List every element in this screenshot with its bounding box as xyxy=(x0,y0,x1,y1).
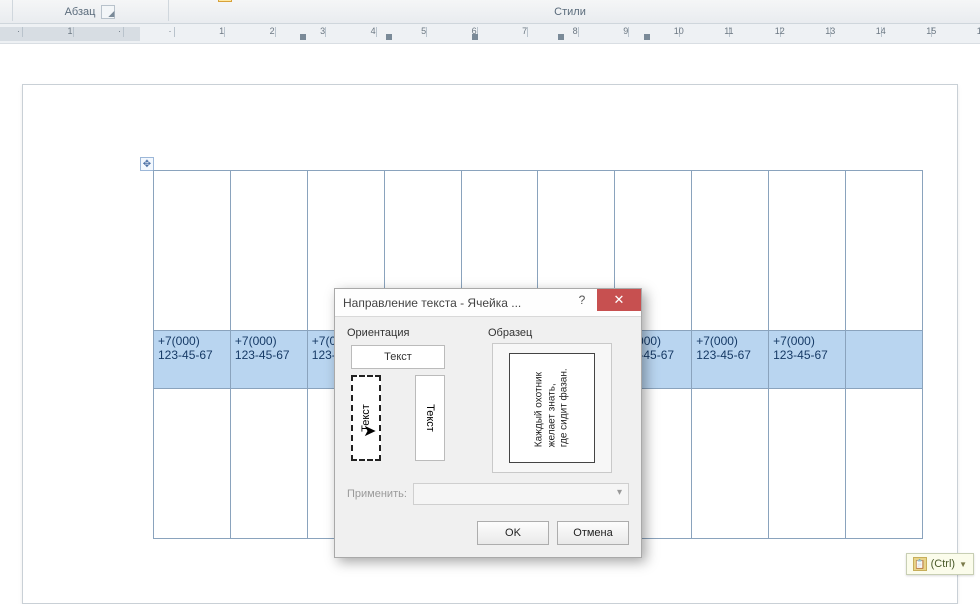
orientation-horizontal[interactable]: Текст xyxy=(351,345,445,369)
sample-group: Образец Каждый охотник желает знать, где… xyxy=(488,327,629,473)
ribbon-group-label: Абзац xyxy=(65,6,96,18)
apply-to-select[interactable] xyxy=(413,483,629,505)
ruler-scale: · 1 · · 1 2 3 4 5 6 7 8 9 10 11 12 13 14… xyxy=(22,27,980,41)
ribbon-separator xyxy=(12,0,13,21)
orientation-label: Текст xyxy=(360,404,372,432)
ribbon-group-label: Стили xyxy=(554,6,586,18)
close-button[interactable]: ✕ xyxy=(597,289,641,311)
cancel-button[interactable]: Отмена xyxy=(557,521,629,545)
sample-text: Каждый охотник желает знать, где сидит ф… xyxy=(533,369,571,448)
table-cell[interactable]: +7(000) 123-45-67 xyxy=(154,331,231,389)
table-cell[interactable]: +7(000) 123-45-67 xyxy=(230,331,307,389)
orientation-label: Текст xyxy=(384,351,412,363)
horizontal-ruler[interactable]: · 1 · · 1 2 3 4 5 6 7 8 9 10 11 12 13 14… xyxy=(0,24,980,44)
ruler-tab-stop[interactable] xyxy=(386,34,392,40)
text-direction-dialog: Направление текста - Ячейка ... ? ✕ Орие… xyxy=(334,288,642,558)
ruler-tab-stop[interactable] xyxy=(644,34,650,40)
dialog-titlebar[interactable]: Направление текста - Ячейка ... ? ✕ xyxy=(335,289,641,317)
table-move-handle-icon[interactable]: ✥ xyxy=(140,157,154,171)
sample-page: Каждый охотник желает знать, где сидит ф… xyxy=(509,353,595,463)
ribbon-strip: Абзац ◢ Стили xyxy=(0,0,980,24)
apply-label: Применить: xyxy=(347,488,407,500)
ribbon-separator xyxy=(168,0,169,21)
ribbon-group-paragraph: Абзац ◢ xyxy=(20,0,160,23)
sample-preview: Каждый охотник желает знать, где сидит ф… xyxy=(492,343,612,473)
table-cell[interactable]: +7(000) 123-45-67 xyxy=(769,331,846,389)
paste-options-label: (Ctrl) xyxy=(931,558,955,570)
help-button[interactable]: ? xyxy=(567,289,597,311)
dialog-body: Ориентация Текст Текст Текст ➤ Образец xyxy=(335,317,641,511)
orientation-options: Текст Текст Текст ➤ xyxy=(347,343,463,473)
orientation-group: Ориентация Текст Текст Текст ➤ xyxy=(347,327,488,473)
ok-button[interactable]: OK xyxy=(477,521,549,545)
table-cell[interactable]: +7(000) 123-45-67 xyxy=(692,331,769,389)
dialog-title: Направление текста - Ячейка ... xyxy=(343,296,521,310)
ruler-tab-stop[interactable] xyxy=(472,34,478,40)
dialog-launcher-icon[interactable]: ◢ xyxy=(101,5,115,19)
ruler-tab-stop[interactable] xyxy=(300,34,306,40)
orientation-vertical-down[interactable]: Текст xyxy=(415,375,445,461)
ribbon-group-styles: Стили xyxy=(170,0,970,23)
dialog-buttons: OK Отмена xyxy=(335,511,641,557)
orientation-label: Текст xyxy=(424,404,436,432)
group-label: Ориентация xyxy=(347,327,488,339)
orientation-vertical-up[interactable]: Текст xyxy=(351,375,381,461)
apply-to-row: Применить: xyxy=(347,483,629,505)
ruler-tab-stop[interactable] xyxy=(558,34,564,40)
paste-options-button[interactable]: 📋 (Ctrl) ▼ xyxy=(906,553,974,575)
close-icon: ✕ xyxy=(614,292,625,308)
clipboard-icon: 📋 xyxy=(913,557,927,571)
group-label: Образец xyxy=(488,327,629,339)
table-cell[interactable] xyxy=(846,331,923,389)
chevron-down-icon: ▼ xyxy=(959,560,967,569)
